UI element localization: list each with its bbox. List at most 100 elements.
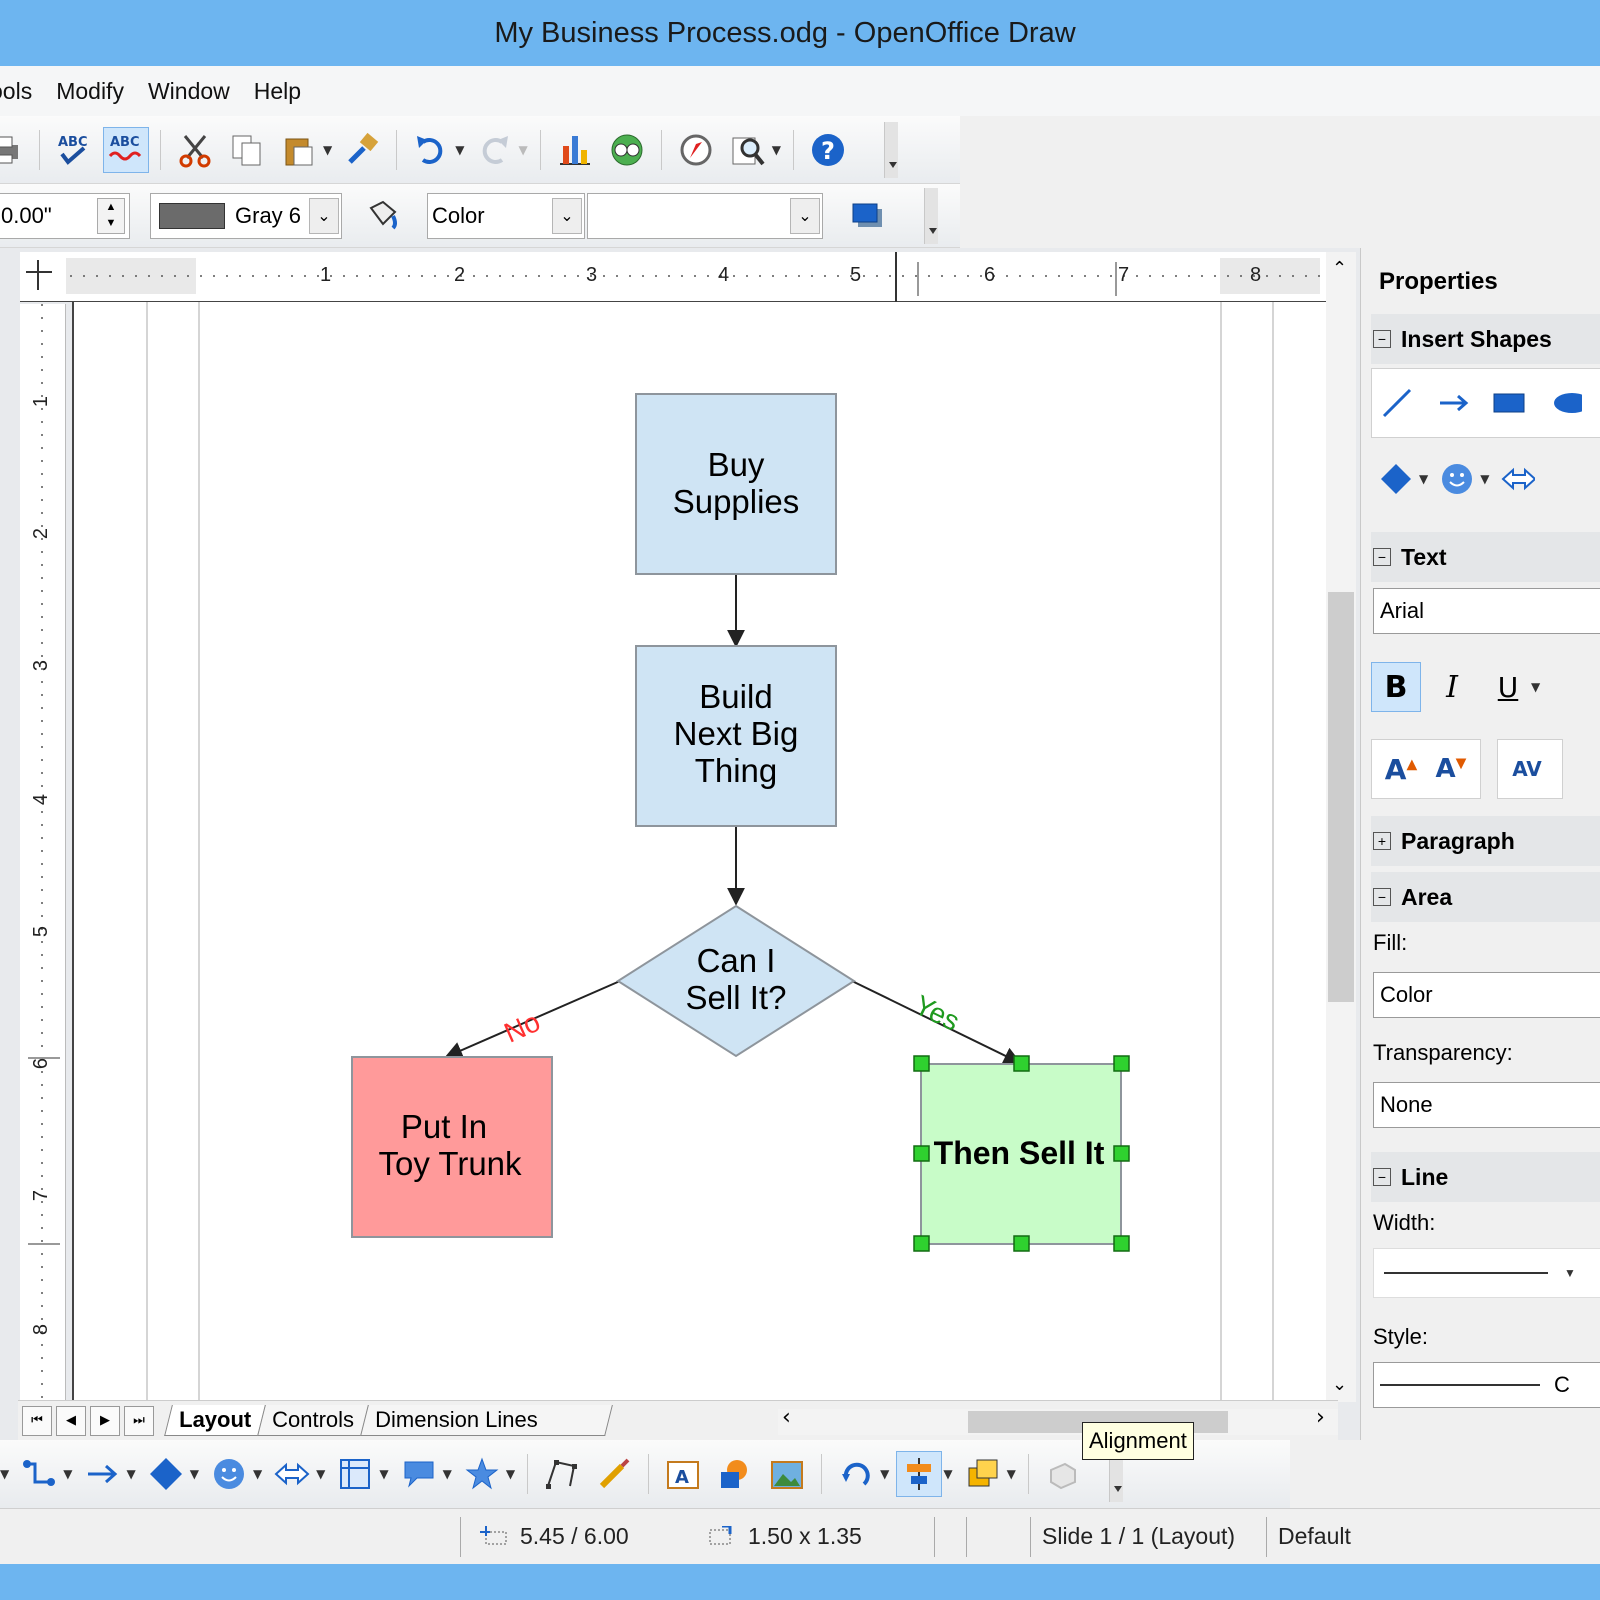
line-width-field[interactable]: 0.00" ▲ ▼ [0, 192, 130, 239]
collapse-icon[interactable]: − [1373, 888, 1391, 906]
resize-handle[interactable] [913, 1055, 930, 1072]
drawing-page[interactable]: Buy Supplies Build Next Big Thing Can I … [72, 302, 1327, 1402]
resize-handle[interactable] [1113, 1145, 1130, 1162]
stars-dropdown[interactable]: ▼ [506, 1467, 515, 1481]
scroll-down-icon[interactable]: ⌄ [1332, 1374, 1347, 1395]
collapse-icon[interactable]: − [1373, 330, 1391, 348]
area-color-select[interactable]: ⌄ [587, 192, 823, 239]
connector-dropdown[interactable]: ▼ [63, 1467, 72, 1481]
menu-help[interactable]: Help [242, 78, 313, 105]
resize-handle[interactable] [913, 1235, 930, 1252]
print-icon[interactable] [0, 127, 28, 173]
toolbar-grip[interactable] [924, 187, 938, 244]
tab-layout[interactable]: Layout [164, 1405, 266, 1436]
rectangle-icon[interactable] [1484, 378, 1534, 428]
underline-icon[interactable]: U [1483, 662, 1533, 712]
font-name-field[interactable]: Arial [1373, 588, 1600, 634]
ellipse-icon[interactable] [1540, 378, 1590, 428]
navigator-icon[interactable] [673, 127, 719, 173]
chevron-down-icon[interactable]: ⌄ [309, 197, 339, 234]
character-spacing-icon[interactable]: AV [1502, 744, 1552, 794]
shadow-icon[interactable] [845, 193, 891, 239]
basic-shapes-dropdown[interactable]: ▼ [1419, 472, 1428, 486]
expand-icon[interactable]: + [1373, 832, 1391, 850]
arrow-icon[interactable] [1428, 378, 1478, 428]
line-width-spinner[interactable]: ▲ ▼ [97, 197, 125, 234]
points-icon[interactable] [539, 1451, 585, 1497]
flowchart-icon[interactable] [332, 1451, 378, 1497]
chevron-down-icon[interactable]: ⌄ [552, 197, 582, 234]
basic-shapes-dropdown[interactable]: ▼ [190, 1467, 199, 1481]
resize-handle[interactable] [1113, 1235, 1130, 1252]
vertical-ruler[interactable]: 1 2 3 4 5 6 7 8 [20, 304, 66, 1404]
resize-handle[interactable] [1013, 1235, 1030, 1252]
bold-icon[interactable]: B [1371, 662, 1421, 712]
help-icon[interactable]: ? [805, 127, 851, 173]
section-area[interactable]: − Area [1371, 872, 1600, 922]
arrange-dropdown[interactable]: ▼ [1007, 1467, 1016, 1481]
clone-formatting-icon[interactable] [339, 127, 385, 173]
status-page-style[interactable]: Default [1278, 1523, 1351, 1550]
collapse-icon[interactable]: − [1373, 1168, 1391, 1186]
chevron-down-icon[interactable]: ⌄ [790, 197, 820, 234]
collapse-icon[interactable]: − [1373, 548, 1391, 566]
italic-icon[interactable]: I [1427, 662, 1477, 712]
section-text[interactable]: − Text [1371, 532, 1600, 582]
menu-tools[interactable]: ools [0, 78, 44, 105]
line-icon[interactable] [1372, 378, 1422, 428]
menu-window[interactable]: Window [136, 78, 242, 105]
toolbar-grip[interactable] [883, 121, 898, 178]
block-arrows-dropdown[interactable]: ▼ [316, 1467, 325, 1481]
fontwork-icon[interactable]: A [660, 1451, 706, 1497]
area-style-select[interactable]: Color ⌄ [427, 192, 585, 239]
rotate-icon[interactable] [833, 1451, 879, 1497]
alignment-dropdown[interactable]: ▼ [943, 1467, 952, 1481]
diamond-icon[interactable] [1371, 454, 1421, 504]
symbol-shapes-dropdown[interactable]: ▼ [253, 1467, 262, 1481]
smiley-icon[interactable] [1432, 454, 1482, 504]
arrow-line-icon[interactable] [79, 1451, 125, 1497]
paste-icon[interactable] [276, 127, 322, 173]
line-style-select[interactable]: C [1373, 1362, 1600, 1408]
line-width-select[interactable]: ▼ [1373, 1248, 1600, 1298]
insert-image-icon[interactable] [604, 127, 650, 173]
shrink-font-icon[interactable]: A▼ [1426, 744, 1476, 794]
area-fill-icon[interactable] [360, 193, 406, 239]
scroll-up-icon[interactable]: ⌃ [1332, 258, 1347, 279]
horizontal-ruler[interactable]: 1 2 3 4 5 6 7 8 [20, 252, 1330, 302]
resize-handle[interactable] [1013, 1055, 1030, 1072]
cut-icon[interactable] [172, 127, 218, 173]
lines-dropdown[interactable]: ▼ [0, 1467, 9, 1481]
flowchart-dropdown[interactable]: ▼ [379, 1467, 388, 1481]
arrange-icon[interactable] [960, 1451, 1006, 1497]
rotate-dropdown[interactable]: ▼ [880, 1467, 889, 1481]
glue-icon[interactable] [591, 1451, 637, 1497]
line-width-dropdown[interactable]: ▼ [1564, 1266, 1576, 1280]
line-color-select[interactable]: Gray 6 ⌄ [150, 192, 342, 239]
image-icon[interactable] [764, 1451, 810, 1497]
horizontal-scrollbar[interactable]: ‹ › [778, 1405, 1338, 1435]
redo-icon[interactable] [471, 127, 517, 173]
prev-tab-icon[interactable]: ◀ [56, 1405, 86, 1436]
menu-modify[interactable]: Modify [44, 78, 136, 105]
scroll-right-icon[interactable]: › [1316, 1405, 1325, 1430]
copy-icon[interactable] [224, 127, 270, 173]
callout-icon[interactable] [396, 1451, 442, 1497]
underline-dropdown[interactable]: ▼ [1531, 680, 1540, 694]
smiley-icon[interactable] [206, 1451, 252, 1497]
basic-shapes-icon[interactable] [143, 1451, 189, 1497]
section-paragraph[interactable]: + Paragraph [1371, 816, 1600, 866]
spellcheck-icon[interactable]: ABC [51, 127, 97, 173]
double-arrow-icon[interactable] [1493, 454, 1543, 504]
block-arrows-icon[interactable] [269, 1451, 315, 1497]
undo-icon[interactable] [408, 127, 454, 173]
next-tab-icon[interactable]: ▶ [90, 1405, 120, 1436]
alignment-icon[interactable] [896, 1451, 943, 1497]
scroll-left-icon[interactable]: ‹ [782, 1405, 791, 1430]
fill-select[interactable]: Color [1373, 972, 1600, 1018]
vertical-scrollbar[interactable]: ⌃ ⌄ [1326, 252, 1356, 1402]
zoom-icon[interactable] [725, 127, 771, 173]
arrow-dropdown[interactable]: ▼ [126, 1467, 135, 1481]
zoom-dropdown[interactable]: ▼ [772, 143, 781, 157]
tab-dimension-lines[interactable]: Dimension Lines [360, 1405, 613, 1436]
